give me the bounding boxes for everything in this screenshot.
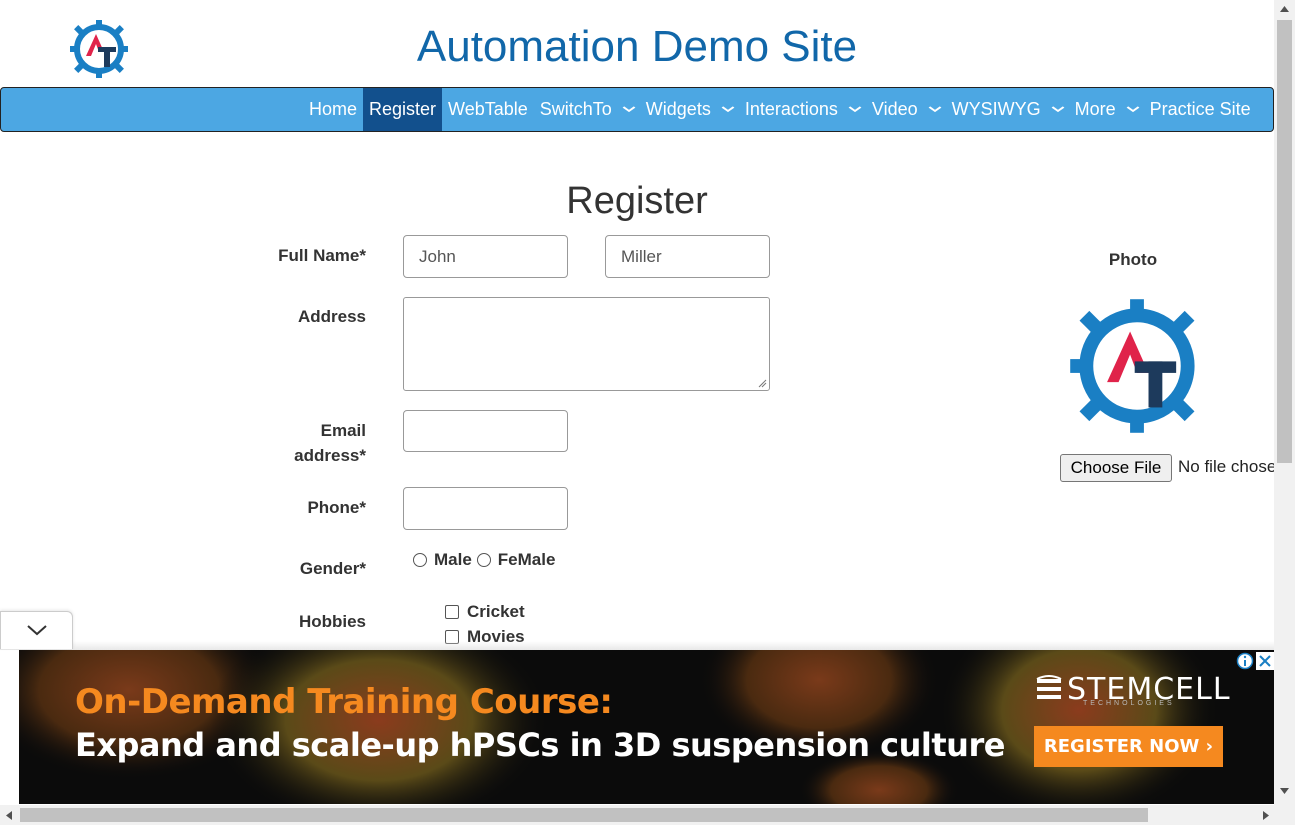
last-name-input[interactable]: Miller [605,235,770,278]
hobby-cricket: Cricket [445,602,525,622]
male-radio[interactable] [413,553,427,567]
ad-brand-tag: TECHNOLOGIES [1083,700,1175,707]
nav-item-home[interactable]: Home [303,88,363,131]
gender-label: Gender* [299,559,366,578]
scroll-up-arrow-icon[interactable] [1279,5,1290,13]
chevron-down-icon [721,104,735,116]
nav-item-interactions[interactable]: Interactions [739,88,866,131]
nav-item-label: More [1074,99,1116,119]
horizontal-scrollbar[interactable] [0,805,1295,825]
email-label: Email address* [246,418,366,468]
nav-item-switchto[interactable]: SwitchTo [534,88,640,131]
chevron-down-icon [1051,104,1065,116]
full-name-label: Full Name* [278,246,366,265]
horizontal-scrollbar-thumb[interactable] [20,808,1148,822]
vertical-scrollbar[interactable] [1274,0,1295,805]
email-label-line2: address* [294,446,366,465]
chevron-down-icon[interactable] [1,612,74,650]
nav-item-practice-site[interactable]: Practice Site [1144,88,1257,131]
photo-label: Photo [1108,250,1158,269]
vertical-scrollbar-thumb[interactable] [1277,20,1292,463]
nav-item-label: WYSIWYG [951,99,1041,119]
female-radio[interactable] [476,553,491,567]
nav-item-webtable[interactable]: WebTable [442,88,534,131]
ad-collapse-tab[interactable] [0,611,73,649]
resize-grip-icon[interactable] [758,379,767,388]
ad-divider [0,641,1274,650]
file-status: No file chosen [1178,457,1274,476]
nav-item-label: WebTable [448,99,528,119]
ad-headline: On-Demand Training Course: [75,682,613,722]
nav-item-label: Practice Site [1149,99,1251,119]
nav-items: Home Register WebTable SwitchTo Widgets Inter… [303,88,1257,131]
page-title: Register [566,180,708,222]
nav-item-label: Home [309,99,358,119]
hobbies-label: Hobbies [298,612,366,631]
cricket-checkbox[interactable] [445,605,459,619]
main-navbar: Home Register WebTable SwitchTo Widgets Inter… [0,87,1274,132]
nav-item-label: Register [369,99,437,119]
chevron-down-icon [622,104,636,116]
nav-item-label: Widgets [645,99,711,119]
ad-close-icon[interactable] [1256,652,1274,670]
scroll-right-arrow-icon[interactable] [1262,810,1270,821]
male-radio-label: Male [434,550,472,569]
chevron-down-icon [928,104,942,116]
site-title: Automation Demo Site [416,22,858,71]
page: Automation Demo Site Home Register WebTabl… [0,0,1295,825]
scroll-down-arrow-icon[interactable] [1279,787,1290,795]
cricket-label: Cricket [467,602,525,621]
chevron-down-icon [1126,104,1140,116]
address-label: Address [297,307,366,326]
nav-item-label: Video [871,99,918,119]
nav-item-more[interactable]: More [1069,88,1144,131]
stemcell-logo-icon [1036,674,1062,699]
ad-register-now-button[interactable]: REGISTER NOW › [1034,726,1223,767]
scroll-left-arrow-icon[interactable] [5,810,13,821]
nav-item-video[interactable]: Video [866,88,946,131]
gender-radio-group: Male FeMale [413,550,555,570]
nav-item-register[interactable]: Register [363,88,443,131]
nav-item-widgets[interactable]: Widgets [640,88,739,131]
photo-preview-logo-icon [1062,290,1212,442]
email-label-line1: Email [320,421,366,440]
ad-banner[interactable]: On-Demand Training Course: Expand and sc… [19,650,1274,804]
choose-file-button[interactable]: Choose File [1060,454,1172,482]
email-input[interactable] [403,410,568,452]
ad-info-icon[interactable] [1236,652,1254,670]
nav-item-wysiwyg[interactable]: WYSIWYG [946,88,1069,131]
phone-input[interactable] [403,487,568,530]
nav-item-label: Interactions [744,99,838,119]
address-textarea[interactable] [403,297,770,391]
nav-item-label: SwitchTo [539,99,612,119]
first-name-input[interactable]: John [403,235,568,278]
phone-label: Phone* [307,498,366,517]
female-radio-label: FeMale [497,550,556,569]
chevron-down-icon [848,104,862,116]
ad-subline: Expand and scale-up hPSCs in 3D suspensi… [75,726,1005,764]
